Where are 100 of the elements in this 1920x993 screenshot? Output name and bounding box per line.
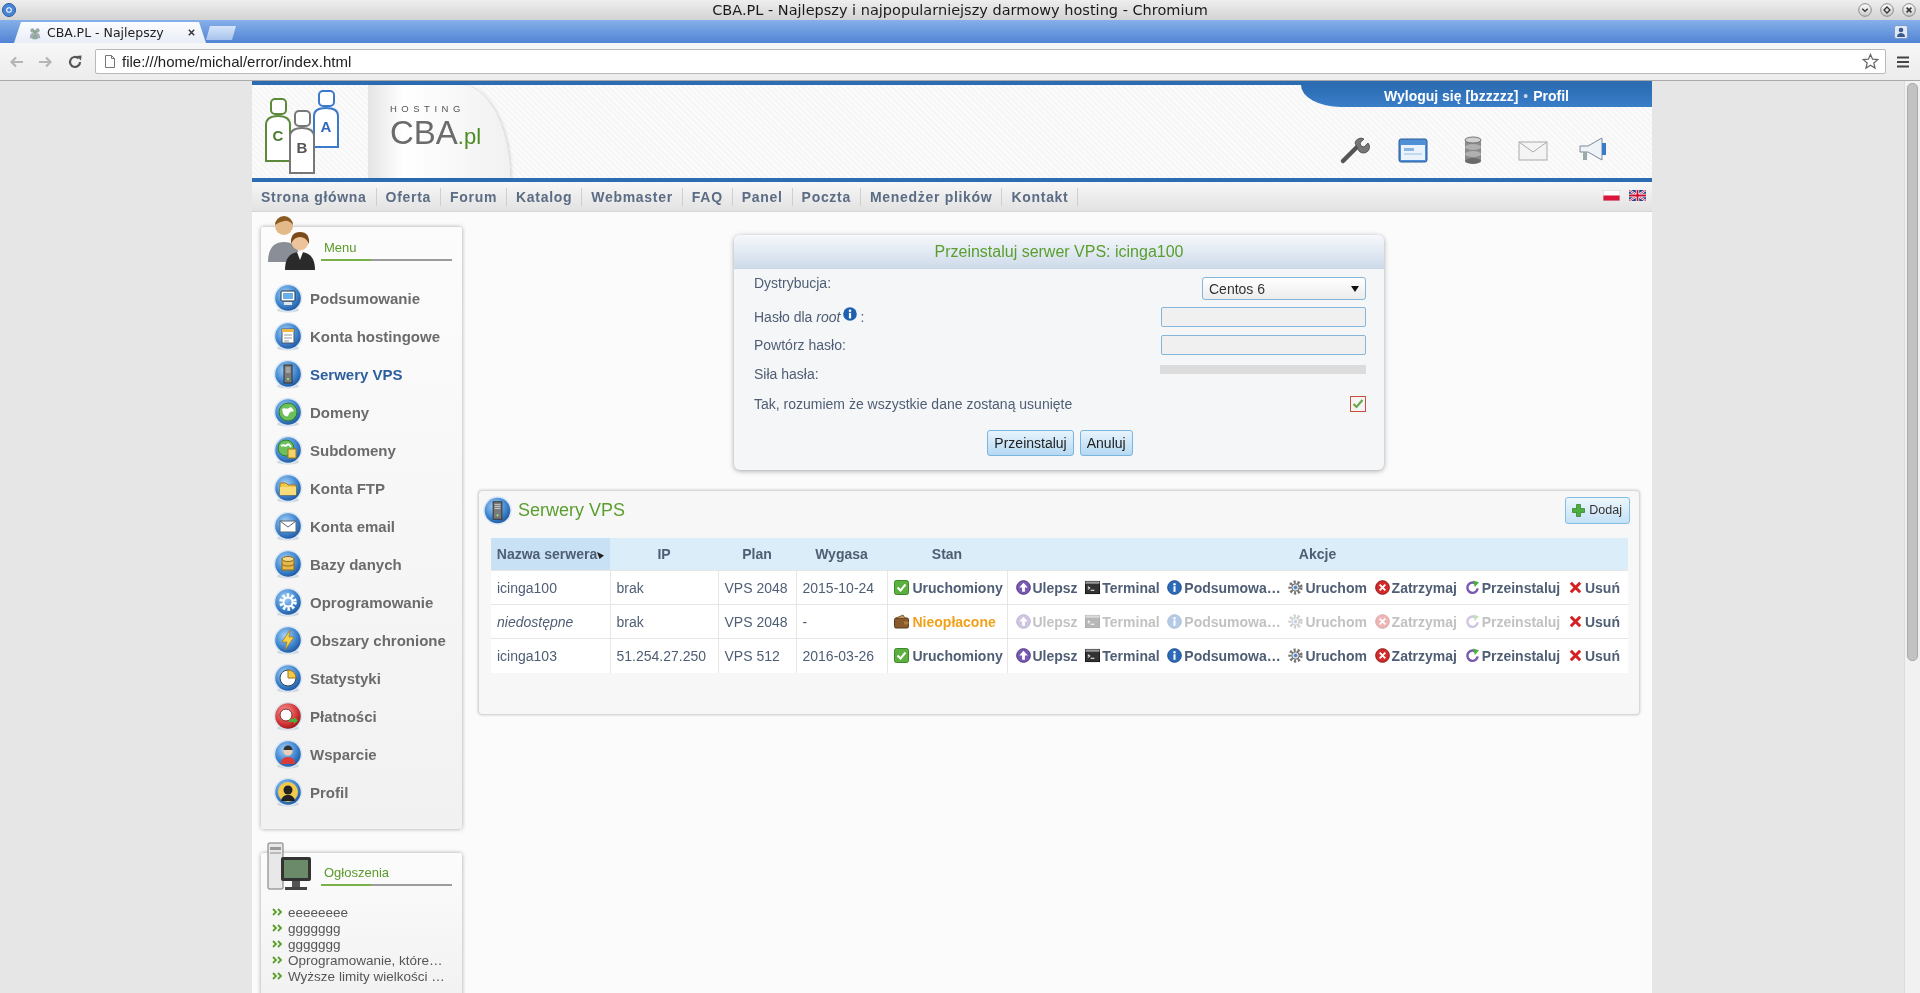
gear-icon [1288, 648, 1304, 664]
field-label: Tak, rozumiem że wszystkie dane zostaną usunięte [754, 396, 1073, 412]
circular-arrow-icon [1464, 580, 1480, 595]
menu-item[interactable]: Bazy danych [261, 545, 462, 583]
star-icon[interactable] [1862, 53, 1879, 70]
arrow-up-circle-icon [1015, 580, 1031, 595]
field-label: Siła hasła: [754, 366, 819, 382]
upgrade-link[interactable]: Ulepsz [1015, 647, 1078, 664]
summary-link[interactable]: Podsumowa… [1167, 579, 1281, 596]
column-header[interactable]: Stan [887, 538, 1007, 571]
person-icon[interactable] [1894, 24, 1908, 39]
menu-item[interactable]: Oprogramowanie [261, 583, 462, 621]
add-button[interactable]: Dodaj [1565, 496, 1630, 524]
label-colon: : [860, 309, 865, 325]
table-cell: 51.254.27.250 [610, 638, 718, 673]
gear-icon [1288, 614, 1304, 629]
server-icon [273, 359, 303, 389]
menu-item[interactable]: Domeny [261, 393, 462, 431]
announcement-link[interactable]: Oprogramowanie, które… [261, 952, 462, 968]
terminal-link[interactable]: Terminal [1085, 647, 1160, 664]
nav-link[interactable]: Menedżer plików [860, 187, 1003, 206]
distribution-select[interactable]: Centos 6 [1202, 277, 1366, 300]
menu-item[interactable]: Konta email [261, 507, 462, 545]
stop-link[interactable]: Zatrzymaj [1374, 647, 1457, 664]
field-label: Powtórz hasło: [754, 337, 846, 353]
close-icon[interactable] [1902, 3, 1916, 17]
delete-link[interactable]: Usuń [1567, 647, 1620, 664]
column-header[interactable]: Plan [718, 538, 796, 571]
column-header[interactable]: Nazwa serwera [491, 538, 610, 571]
terminal-link[interactable]: Terminal [1085, 579, 1160, 596]
start-link[interactable]: Uruchom [1288, 579, 1367, 596]
nav-link[interactable]: Forum [441, 187, 508, 206]
menu-icon[interactable] [1896, 54, 1910, 69]
users-icon [266, 214, 316, 270]
link-separator: • [1523, 88, 1529, 104]
nav-link[interactable]: Katalog [507, 187, 583, 206]
header-link[interactable]: Profil [1533, 88, 1569, 104]
new-tab-button[interactable] [206, 26, 236, 40]
stop-link[interactable]: Zatrzymaj [1374, 579, 1457, 596]
maximize-icon[interactable] [1880, 3, 1894, 17]
minimize-icon[interactable] [1858, 3, 1872, 17]
reinstall-link[interactable]: Przeinstaluj [1464, 647, 1561, 664]
browser-tab[interactable]: CBA.PL - Najlepszy [14, 22, 206, 43]
menu-item[interactable]: Konta hostingowe [261, 317, 462, 355]
menu-item[interactable]: Wsparcie [261, 735, 462, 773]
address-field[interactable]: file:///home/michal/error/index.html [95, 49, 1886, 74]
nav-link[interactable]: FAQ [682, 187, 733, 206]
double-chevron-icon [272, 908, 284, 916]
menu-item[interactable]: Statystyki [261, 659, 462, 697]
checkbox[interactable] [1350, 396, 1366, 412]
dialog-button[interactable]: Anuluj [1079, 430, 1133, 456]
menu-item[interactable]: Profil [261, 773, 462, 811]
nav-link[interactable]: Kontakt [1002, 187, 1079, 206]
table-cell: VPS 2048 [718, 604, 796, 639]
info-icon [1167, 614, 1183, 629]
window-title: CBA.PL - Najlepszy i najpopularniejszy darmowy hosting - Chromium [711, 1, 1209, 20]
summary-link[interactable]: Podsumowa… [1167, 647, 1281, 664]
start-link[interactable]: Uruchom [1288, 647, 1367, 664]
circular-arrow-icon [1464, 648, 1480, 664]
app-logo-icon [2, 3, 16, 17]
logo-letter: A [320, 118, 332, 135]
uk-flag-icon[interactable] [1629, 190, 1646, 201]
nav-link[interactable]: Oferta [376, 187, 441, 206]
announcement-link[interactable]: ggggggg [261, 920, 462, 936]
dialog-button[interactable]: Przeinstaluj [987, 430, 1074, 456]
announcement-link[interactable]: ggggggg [261, 936, 462, 952]
delete-link[interactable]: Usuń [1567, 613, 1620, 630]
menu-item[interactable]: Serwery VPS [261, 355, 462, 393]
table-cell: icinga100 [491, 570, 610, 605]
reinstall-link[interactable]: Przeinstaluj [1464, 579, 1561, 596]
scrollbar-thumb[interactable] [1907, 83, 1918, 661]
caret-icon [1351, 285, 1359, 292]
password-field[interactable] [1161, 307, 1366, 327]
header-link[interactable]: Wyloguj się [bzzzzz] [1384, 88, 1519, 104]
table-cell: VPS 512 [718, 638, 796, 673]
column-header[interactable]: Akcje [1007, 538, 1628, 571]
server-icon [483, 495, 512, 525]
menu-item[interactable]: Obszary chronione [261, 621, 462, 659]
delete-link[interactable]: Usuń [1567, 579, 1620, 596]
close-icon[interactable] [187, 28, 196, 37]
announcement-link[interactable]: eeeeeeee [261, 904, 462, 920]
announcement-link[interactable]: Wyższe limity wielkości … [261, 968, 462, 984]
double-chevron-icon [272, 972, 284, 980]
wallet-icon [893, 614, 909, 629]
polish-flag-icon[interactable] [1603, 190, 1620, 201]
menu-item[interactable]: Konta FTP [261, 469, 462, 507]
nav-link[interactable]: Strona główna [252, 187, 377, 206]
info-icon[interactable] [843, 307, 858, 321]
menu-item[interactable]: Subdomeny [261, 431, 462, 469]
menu-item[interactable]: Podsumowanie [261, 279, 462, 317]
nav-link[interactable]: Panel [732, 187, 793, 206]
nav-link[interactable]: Webmaster [582, 187, 683, 206]
upgrade-link[interactable]: Ulepsz [1015, 579, 1078, 596]
column-header[interactable]: IP [610, 538, 718, 571]
column-header[interactable]: Wygasa [796, 538, 887, 571]
menu-item[interactable]: Płatności [261, 697, 462, 735]
nav-link[interactable]: Poczta [792, 187, 861, 206]
password-field[interactable] [1161, 335, 1366, 355]
sort-arrow-icon [597, 551, 605, 559]
arrow-up-circle-icon [1015, 648, 1031, 664]
